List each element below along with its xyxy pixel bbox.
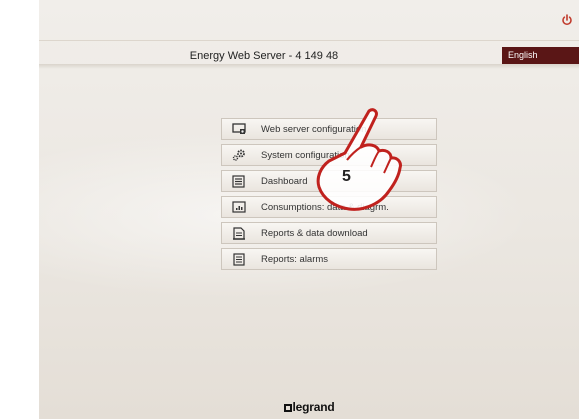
menu-item-label: Reports & data download	[261, 227, 368, 239]
main-menu: Web server configuration System configur…	[221, 118, 437, 274]
dashboard-icon	[231, 174, 247, 188]
menu-item-consumptions[interactable]: Consumptions: data & diagrm.	[221, 196, 437, 218]
menu-item-label: Dashboard	[261, 175, 308, 187]
menu-item-reports-alarms[interactable]: Reports: alarms	[221, 248, 437, 270]
menu-item-system-configuration[interactable]: System configuration	[221, 144, 437, 166]
report-list-icon	[231, 252, 247, 266]
top-divider	[39, 40, 579, 41]
menu-item-web-server-configuration[interactable]: Web server configuration	[221, 118, 437, 140]
logo-mark	[283, 404, 292, 412]
menu-item-label: Reports: alarms	[261, 253, 329, 265]
logo-text: legrand	[292, 400, 335, 414]
page: Energy Web Server - 4 149 48 English Web…	[39, 0, 579, 419]
monitor-settings-icon	[231, 122, 247, 136]
gears-icon	[231, 148, 247, 162]
power-icon[interactable]	[561, 14, 573, 26]
menu-item-label: Web server configuration	[261, 123, 367, 135]
menu-item-dashboard[interactable]: Dashboard	[221, 170, 437, 192]
header-shadow	[39, 64, 579, 69]
app-title: Energy Web Server - 4 149 48	[189, 50, 339, 62]
menu-item-label: System configuration	[261, 149, 350, 161]
chart-icon	[231, 200, 247, 214]
language-button[interactable]: English	[502, 47, 579, 64]
legrand-logo: legrand	[39, 400, 579, 414]
menu-item-label: Consumptions: data & diagrm.	[261, 201, 389, 213]
menu-item-reports-download[interactable]: Reports & data download	[221, 222, 437, 244]
report-download-icon	[231, 226, 247, 240]
